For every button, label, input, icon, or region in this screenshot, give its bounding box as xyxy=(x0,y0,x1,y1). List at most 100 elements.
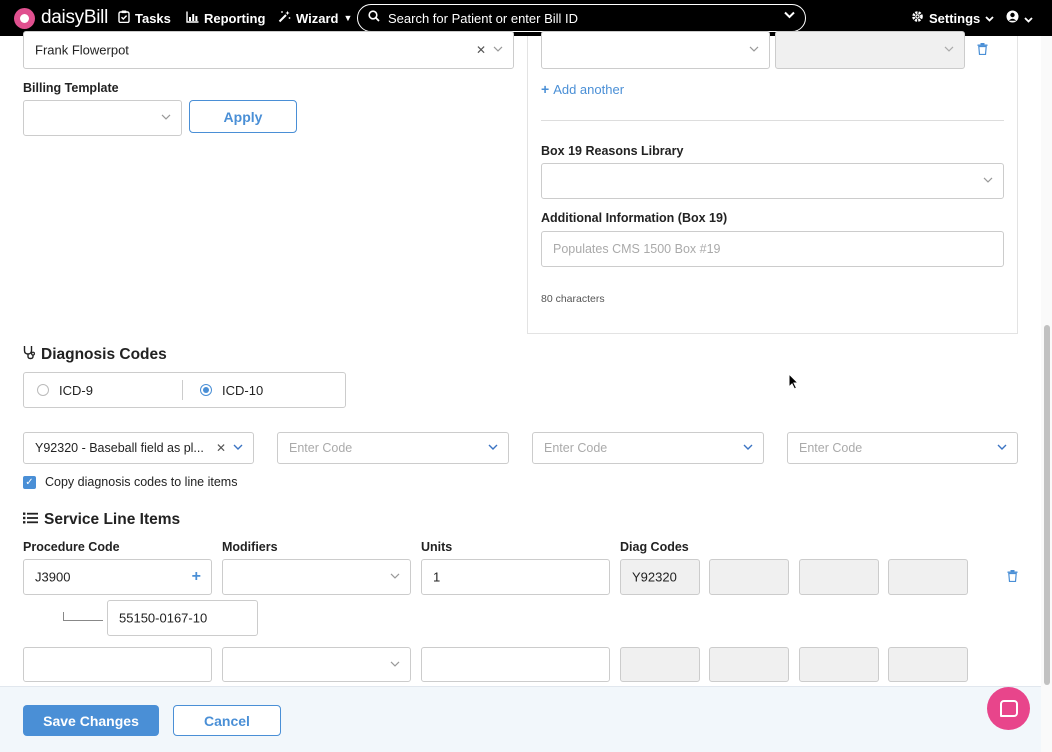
settings-chevron-down-icon xyxy=(985,11,994,25)
modifiers-select[interactable] xyxy=(222,647,411,682)
chevron-down-icon[interactable] xyxy=(390,571,400,582)
scrollbar-thumb[interactable] xyxy=(1044,325,1050,685)
diag-code-3-input[interactable] xyxy=(799,647,879,682)
diag-code-3-input[interactable] xyxy=(799,559,879,595)
mouse-cursor-icon xyxy=(788,372,800,395)
user-avatar-icon xyxy=(1006,10,1019,26)
billing-template-select[interactable] xyxy=(23,100,182,136)
billing-template-label: Billing Template xyxy=(23,81,119,95)
diagnosis-code-2-placeholder: Enter Code xyxy=(289,441,353,455)
diagnosis-code-4-placeholder: Enter Code xyxy=(799,441,863,455)
right-select-2[interactable] xyxy=(775,31,965,69)
magic-wand-icon xyxy=(278,10,291,26)
diag-code-1-input[interactable] xyxy=(620,647,700,682)
clear-icon[interactable]: ✕ xyxy=(216,441,226,455)
units-input[interactable]: 1 xyxy=(421,559,610,595)
diag-code-2-input[interactable] xyxy=(709,647,789,682)
modifiers-select[interactable] xyxy=(222,559,411,595)
diagnosis-code-3-select[interactable]: Enter Code xyxy=(532,432,764,464)
chevron-down-icon[interactable] xyxy=(390,658,400,669)
additional-info-input[interactable]: Populates CMS 1500 Box #19 xyxy=(541,231,1004,267)
daisy-logo-icon xyxy=(14,7,35,29)
diagnosis-code-1-select[interactable]: Y92320 - Baseball field as pl... ✕ xyxy=(23,432,254,464)
logo-text: daisyBill xyxy=(41,7,108,28)
icd10-label[interactable]: ICD-10 xyxy=(222,383,263,398)
global-search[interactable]: Search for Patient or enter Bill ID xyxy=(357,4,806,32)
chat-launcher[interactable] xyxy=(987,687,1030,730)
add-another-link[interactable]: + Add another xyxy=(541,81,624,97)
additional-info-placeholder: Populates CMS 1500 Box #19 xyxy=(553,242,721,256)
diag-code-4-input[interactable] xyxy=(888,647,968,682)
divider xyxy=(541,120,1004,121)
search-chevron-down-icon[interactable] xyxy=(784,10,795,22)
trash-icon[interactable] xyxy=(1007,570,1018,585)
nav-reporting-label: Reporting xyxy=(204,10,266,26)
service-line-items-heading: Service Line Items xyxy=(23,511,180,529)
list-icon xyxy=(23,511,38,529)
diag-code-1-input[interactable]: Y92320 xyxy=(620,559,700,595)
user-chevron-down-icon xyxy=(1024,11,1033,26)
diag-code-4-input[interactable] xyxy=(888,559,968,595)
plus-icon: + xyxy=(541,81,550,97)
procedure-code-input[interactable]: J3900 + xyxy=(23,559,212,595)
chevron-down-icon[interactable] xyxy=(488,442,498,453)
stethoscope-icon xyxy=(23,345,36,365)
chevron-down-icon[interactable] xyxy=(983,175,993,186)
logo[interactable]: daisyBill xyxy=(14,7,108,29)
add-ndc-plus-icon[interactable]: + xyxy=(192,568,201,586)
diagnosis-code-2-select[interactable]: Enter Code xyxy=(277,432,509,464)
nav-user-menu[interactable] xyxy=(1006,0,1033,36)
provider-select[interactable]: Frank Flowerpot ✕ xyxy=(23,31,514,69)
icd9-radio[interactable] xyxy=(37,384,49,396)
bar-chart-icon xyxy=(186,11,199,26)
service-line-items-title: Service Line Items xyxy=(44,511,181,528)
chevron-down-icon[interactable] xyxy=(997,442,1007,453)
additional-info-label: Additional Information (Box 19) xyxy=(541,211,728,225)
copy-diagnosis-label[interactable]: Copy diagnosis codes to line items xyxy=(45,475,237,489)
chevron-down-icon[interactable] xyxy=(161,112,171,123)
char-count: 80 characters xyxy=(541,293,605,305)
gear-icon xyxy=(911,10,924,26)
app-root: daisyBill Tasks Reporting Wizard ▼ Searc… xyxy=(0,0,1052,752)
diag-code-2-input[interactable] xyxy=(709,559,789,595)
icd10-radio[interactable] xyxy=(200,384,212,396)
nav-tasks-label: Tasks xyxy=(135,10,171,26)
diag-code-1-value: Y92320 xyxy=(632,569,677,585)
chevron-down-icon[interactable] xyxy=(493,44,503,55)
copy-diagnosis-checkbox[interactable]: ✓ xyxy=(23,476,36,489)
save-changes-button[interactable]: Save Changes xyxy=(23,705,159,736)
nav-wizard-label: Wizard xyxy=(296,10,339,26)
diagnosis-code-3-placeholder: Enter Code xyxy=(544,441,608,455)
clear-icon[interactable]: ✕ xyxy=(476,43,486,57)
search-icon xyxy=(368,9,380,27)
units-value: 1 xyxy=(433,569,441,585)
clipboard-check-icon xyxy=(118,10,130,26)
provider-value: Frank Flowerpot xyxy=(35,42,129,58)
chat-icon xyxy=(999,700,1018,717)
add-another-label: Add another xyxy=(553,81,625,97)
chevron-down-icon: ▼ xyxy=(343,13,353,23)
chevron-down-icon[interactable] xyxy=(233,442,243,453)
procedure-code-header: Procedure Code xyxy=(23,540,120,554)
diagnosis-codes-heading: Diagnosis Codes xyxy=(23,345,167,365)
box19-library-select[interactable] xyxy=(541,163,1004,199)
units-input[interactable] xyxy=(421,647,610,682)
trash-icon[interactable] xyxy=(977,43,988,58)
nav-settings-label: Settings xyxy=(929,10,981,26)
cancel-button[interactable]: Cancel xyxy=(173,705,281,736)
diag-codes-header: Diag Codes xyxy=(620,540,689,554)
units-header: Units xyxy=(421,540,453,554)
chevron-down-icon[interactable] xyxy=(749,44,759,55)
diagnosis-code-4-select[interactable]: Enter Code xyxy=(787,432,1018,464)
ndc-code-input[interactable]: 55150-0167-10 xyxy=(107,600,258,636)
modifiers-header: Modifiers xyxy=(222,540,278,554)
search-input[interactable]: Search for Patient or enter Bill ID xyxy=(388,11,578,26)
chevron-down-icon[interactable] xyxy=(743,442,753,453)
procedure-code-input[interactable] xyxy=(23,647,212,682)
icd9-label[interactable]: ICD-9 xyxy=(59,383,93,398)
apply-button[interactable]: Apply xyxy=(189,100,297,133)
diagnosis-codes-title: Diagnosis Codes xyxy=(41,346,167,363)
ndc-connector-line xyxy=(63,612,103,621)
right-select-1[interactable] xyxy=(541,31,770,69)
chevron-down-icon[interactable] xyxy=(944,44,954,55)
